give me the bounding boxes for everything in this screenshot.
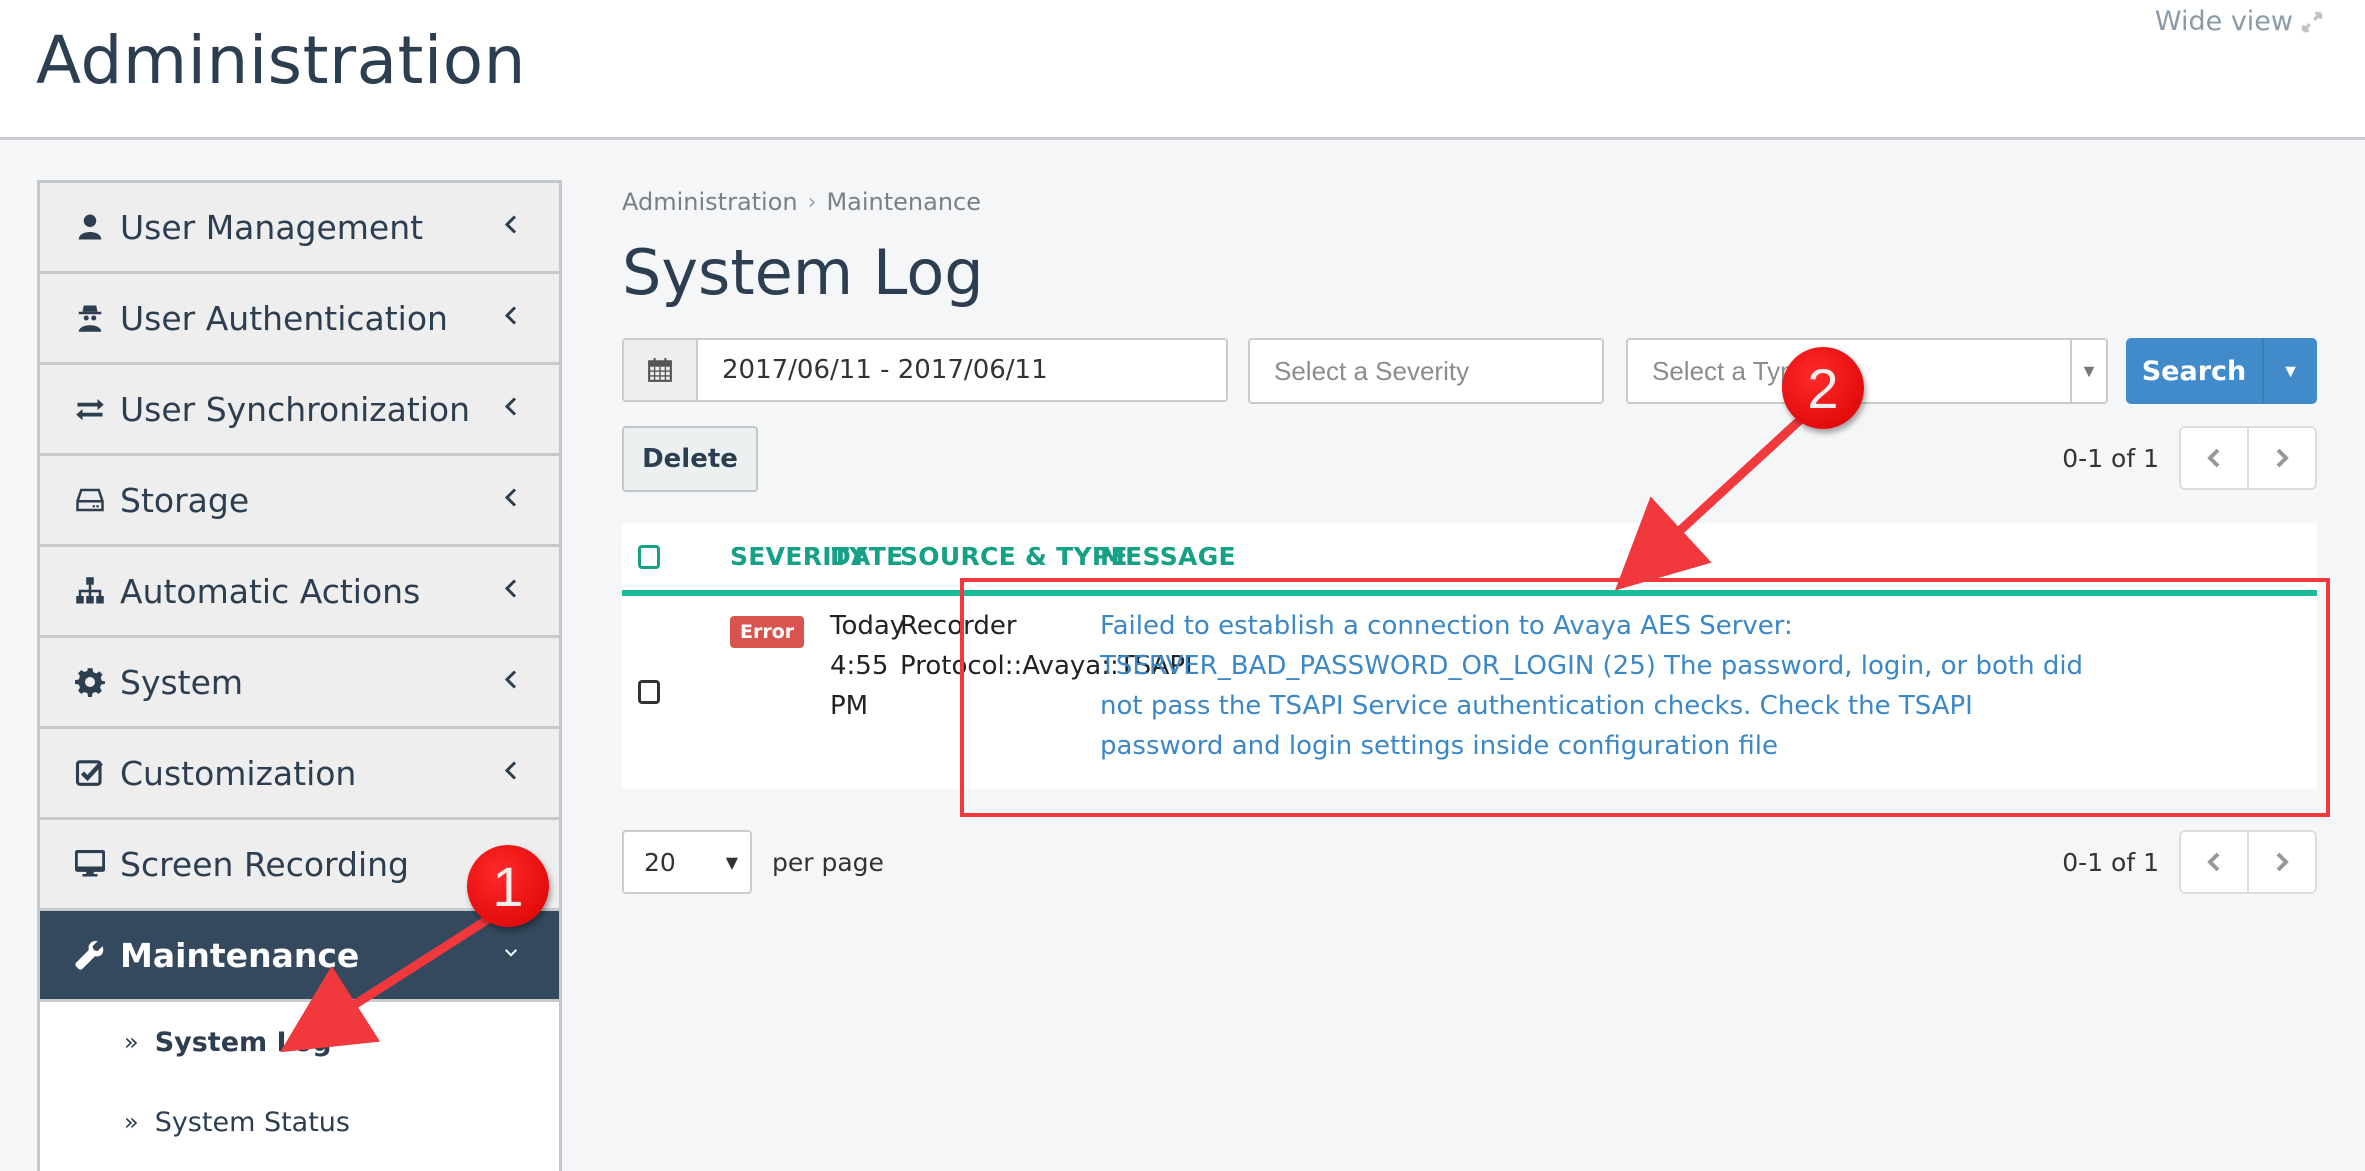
sidebar-item-storage[interactable]: Storage — [40, 456, 559, 547]
date-line: Today — [830, 611, 906, 641]
date-line: 4:55 — [830, 651, 889, 681]
pagination-top: 0-1 of 1 — [2062, 426, 2317, 490]
calendar-icon[interactable] — [624, 340, 698, 400]
search-dropdown-toggle[interactable]: ▼ — [2264, 338, 2317, 404]
double-chevron-right-icon: » — [124, 1028, 139, 1056]
chevron-left-icon — [503, 483, 519, 518]
sidebar-item-user-management[interactable]: User Management — [40, 183, 559, 274]
wrench-icon — [74, 939, 106, 971]
user-icon — [74, 211, 106, 243]
row-checkbox[interactable] — [638, 680, 660, 704]
main-content: Administration › Maintenance System Log … — [622, 180, 2317, 894]
next-page-button[interactable] — [2249, 428, 2315, 488]
pagination-range: 0-1 of 1 — [2062, 443, 2159, 473]
app-title: Administration — [36, 22, 526, 99]
chevron-left-icon — [503, 210, 519, 245]
user-secret-icon — [74, 302, 106, 334]
pagination-range: 0-1 of 1 — [2062, 847, 2159, 877]
chevron-right-icon — [2276, 448, 2289, 468]
message-cell[interactable]: Failed to establish a connection to Avay… — [1100, 606, 2100, 766]
date-line: PM — [830, 691, 869, 721]
next-page-button[interactable] — [2249, 832, 2315, 892]
table-header: SEVERITY DATE SOURCE & TYPE MESSAGE — [622, 523, 2317, 596]
prev-page-button[interactable] — [2181, 832, 2249, 892]
sidebar-item-label: System — [120, 662, 244, 702]
breadcrumb-item-administration[interactable]: Administration — [622, 188, 798, 216]
per-page-select[interactable]: 20 ▼ — [622, 830, 752, 894]
sidebar-item-customization[interactable]: Customization — [40, 729, 559, 820]
chevron-right-icon — [2276, 852, 2289, 872]
sidebar-item-label: User Management — [120, 207, 424, 247]
chevron-down-icon — [503, 938, 519, 973]
prev-page-button[interactable] — [2181, 428, 2249, 488]
annotation-marker-1: 1 — [467, 845, 549, 927]
date-range-input[interactable] — [698, 340, 1226, 400]
date-range-picker[interactable] — [622, 338, 1228, 402]
filter-bar: Select a Severity Select a Type ▼ Search… — [622, 338, 2317, 404]
severity-select[interactable]: Select a Severity — [1248, 338, 1604, 404]
chevron-left-icon — [2207, 852, 2220, 872]
sidebar-item-label: User Authentication — [120, 298, 448, 338]
per-page-value: 20 — [644, 847, 676, 877]
sidebar-subitem-label: System Log — [154, 1026, 332, 1058]
breadcrumb-separator-icon: › — [807, 189, 817, 215]
sidebar-item-label: Storage — [120, 480, 250, 520]
desktop-icon — [74, 848, 106, 880]
chevron-left-icon — [503, 574, 519, 609]
column-header-message[interactable]: MESSAGE — [1100, 542, 1236, 571]
sidebar-item-automatic-actions[interactable]: Automatic Actions — [40, 547, 559, 638]
sidebar-item-user-synchronization[interactable]: User Synchronization — [40, 365, 559, 456]
double-chevron-right-icon: » — [124, 1108, 139, 1136]
top-header: Administration Wide view — [0, 0, 2365, 140]
search-button[interactable]: Search — [2126, 338, 2264, 404]
hdd-icon — [74, 484, 106, 516]
pagination-bottom: 0-1 of 1 — [2062, 830, 2317, 894]
caret-down-icon: ▼ — [725, 852, 738, 872]
expand-icon — [2301, 11, 2323, 32]
chevron-left-icon — [503, 301, 519, 336]
chevron-left-icon — [503, 756, 519, 791]
type-select[interactable]: Select a Type ▼ — [1626, 338, 2108, 404]
search-button-group: Search ▼ — [2126, 338, 2317, 404]
annotation-marker-2: 2 — [1782, 347, 1864, 429]
wide-view-label: Wide view — [2154, 6, 2293, 37]
table-row: Error Today 4:55 PM Recorder Protocol::A… — [622, 596, 2317, 789]
sidebar-item-label: Maintenance — [120, 935, 360, 975]
pagination-buttons — [2179, 830, 2317, 894]
sidebar-item-label: Customization — [120, 753, 357, 793]
breadcrumb: Administration › Maintenance — [622, 188, 2317, 216]
wide-view-link[interactable]: Wide view — [2155, 6, 2325, 37]
page-title: System Log — [622, 236, 984, 309]
check-square-icon — [74, 757, 106, 789]
sidebar-item-system[interactable]: System — [40, 638, 559, 729]
sidebar-subitem-label: System Status — [154, 1106, 350, 1138]
sidebar-item-user-authentication[interactable]: User Authentication — [40, 274, 559, 365]
caret-down-icon: ▼ — [2281, 360, 2300, 381]
severity-badge: Error — [730, 616, 805, 648]
system-log-table: SEVERITY DATE SOURCE & TYPE MESSAGE Erro… — [622, 523, 2317, 789]
chevron-left-icon — [2207, 448, 2220, 468]
chevron-left-icon — [503, 392, 519, 427]
date-cell: Today 4:55 PM — [830, 606, 905, 726]
sidebar: User Management User Authentication User… — [37, 180, 562, 1171]
sidebar-item-label: Automatic Actions — [120, 571, 421, 611]
delete-button[interactable]: Delete — [622, 426, 758, 492]
exchange-icon — [74, 393, 106, 425]
caret-down-icon[interactable]: ▼ — [2070, 340, 2106, 402]
pagination-buttons — [2179, 426, 2317, 490]
sidebar-item-label: User Synchronization — [120, 389, 471, 429]
gear-icon — [74, 666, 106, 698]
sidebar-item-maintenance[interactable]: Maintenance — [40, 911, 559, 1002]
column-header-source-type[interactable]: SOURCE & TYPE — [900, 542, 1128, 571]
chevron-left-icon — [503, 665, 519, 700]
breadcrumb-item-maintenance[interactable]: Maintenance — [826, 188, 981, 216]
per-page-control: 20 ▼ per page — [622, 830, 884, 894]
sitemap-icon — [74, 575, 106, 607]
sidebar-subitem-system-log[interactable]: » System Log — [40, 1002, 559, 1082]
select-all-checkbox[interactable] — [638, 545, 660, 569]
sidebar-item-label: Screen Recording — [120, 844, 409, 884]
per-page-label: per page — [772, 847, 884, 877]
sidebar-subitem-system-status[interactable]: » System Status — [40, 1082, 559, 1162]
column-header-date[interactable]: DATE — [830, 542, 904, 571]
